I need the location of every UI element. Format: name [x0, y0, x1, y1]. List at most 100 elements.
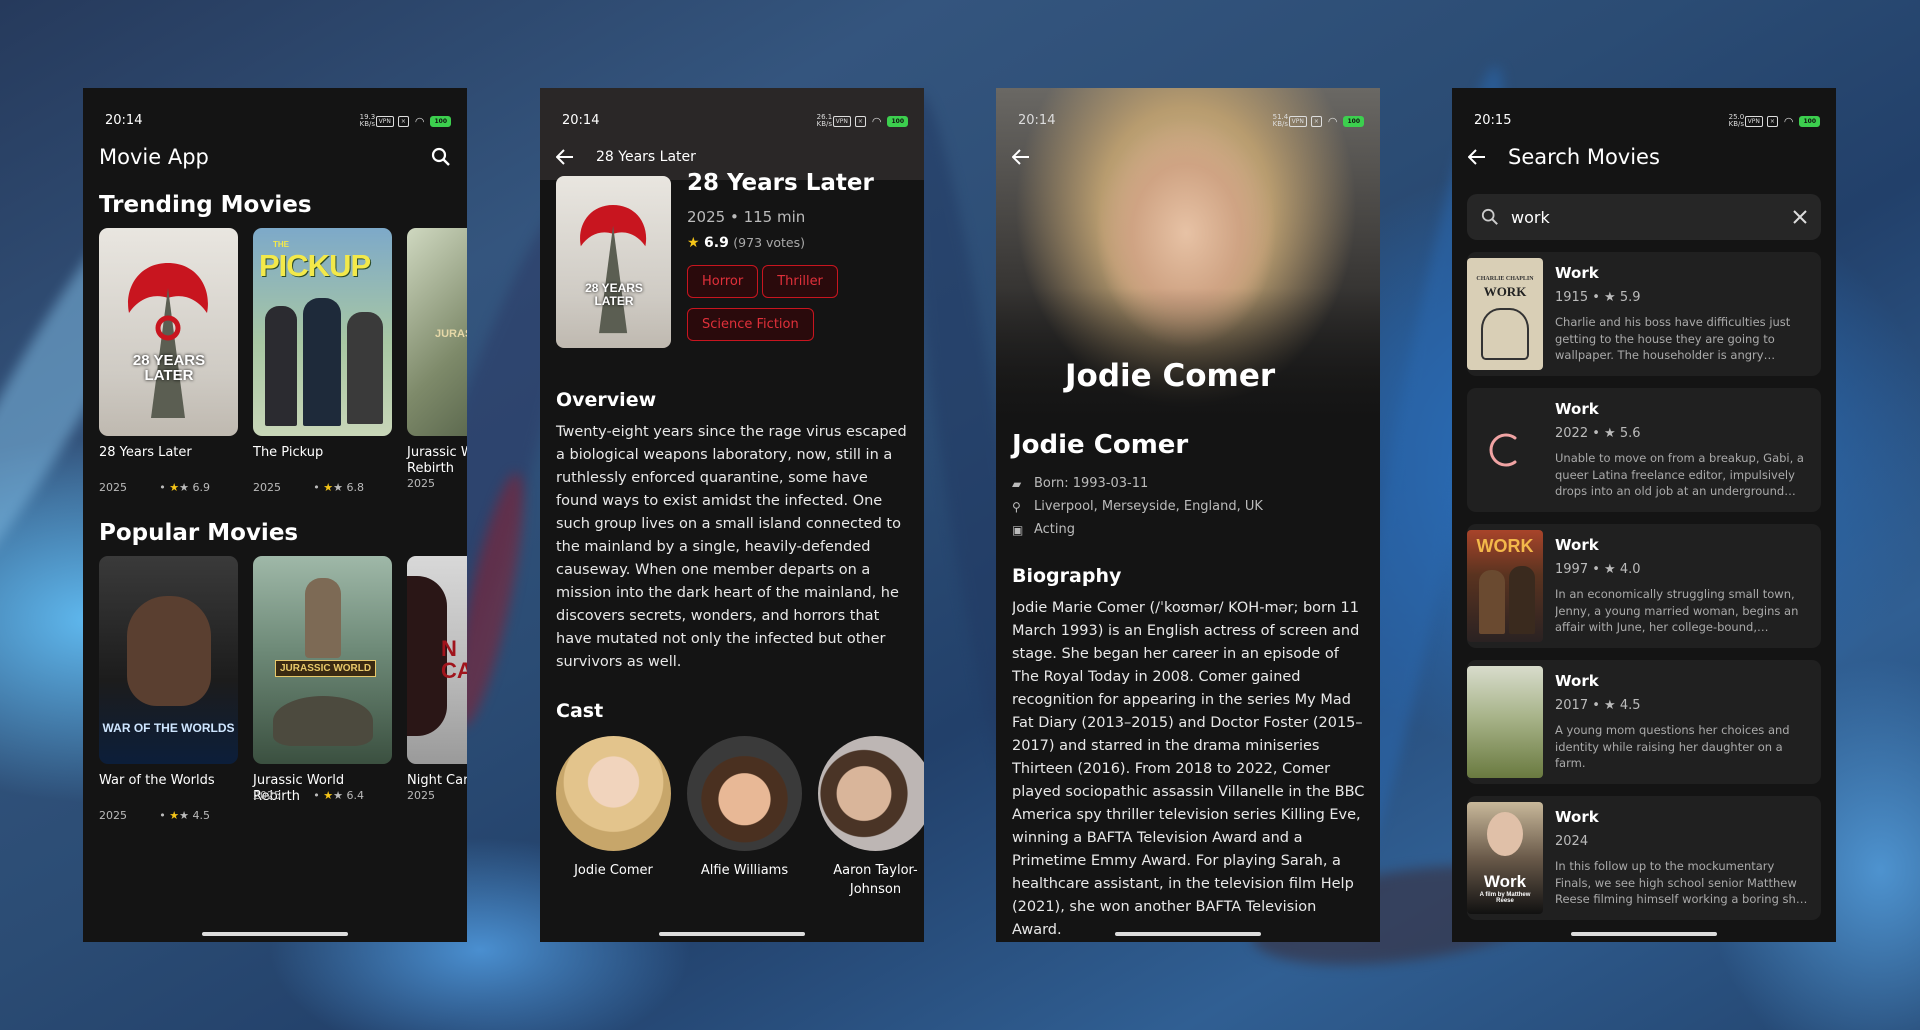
poster-title-text: 28 YEARS LATER	[585, 281, 643, 308]
movie-rating: • ★★ 6.9	[159, 481, 210, 494]
result-description: In this follow up to the mockumentary Fi…	[1555, 859, 1808, 906]
close-icon[interactable]	[1793, 210, 1807, 224]
birthday-row: ▰ Born: 1993-03-11	[1012, 472, 1366, 495]
detail-poster: 28 YEARS LATER	[556, 176, 671, 348]
result-card[interactable]: Work A film by Matthew Reese Work 2024 I…	[1467, 796, 1821, 920]
search-bar[interactable]: work	[1467, 194, 1821, 240]
person-name: Jodie Comer	[1012, 430, 1189, 460]
result-card[interactable]: Work 2017 • ★ 4.5 A young mom questions …	[1467, 660, 1821, 784]
app-title: Movie App	[99, 145, 209, 169]
genre-chip[interactable]: Thriller	[762, 265, 838, 298]
cast-list: Jodie Comer Alfie Williams Aaron Taylor-…	[556, 722, 924, 899]
thumb-figures	[1481, 308, 1529, 360]
result-thumbnail: Work A film by Matthew Reese	[1467, 802, 1543, 914]
result-body: Work 1915 • ★ 5.9 Charlie and his boss h…	[1543, 252, 1821, 376]
movie-card[interactable]: N CAR Night Carnage 2025	[407, 556, 467, 822]
rating-value: 6.9	[704, 235, 729, 251]
result-thumbnail: CHARLIE CHAPLIN WORK	[1467, 258, 1543, 370]
cast-name: Jodie Comer	[574, 863, 653, 878]
search-input[interactable]: work	[1511, 208, 1781, 227]
result-rating: ★ 4.5	[1604, 698, 1641, 713]
poster-the-pickup: THE PICKUP	[253, 228, 392, 436]
gesture-bar[interactable]	[202, 932, 348, 936]
back-arrow-icon[interactable]	[556, 149, 574, 165]
poster-title-text: WAR OF THE WORLDS	[102, 721, 235, 735]
thumb-figures	[1479, 570, 1505, 634]
battery-icon: 100	[1799, 115, 1820, 127]
popular-list: WAR OF THE WORLDS War of the Worlds 2025…	[83, 556, 467, 822]
poster-title-text: JURASS	[435, 328, 467, 340]
movie-year: 2025	[99, 809, 127, 822]
detail-body: 28 YEARS LATER 28 Years Later 2025 • 115…	[540, 170, 924, 899]
poster-jurassic-world-rebirth: JURASSIC WORLD	[253, 556, 392, 764]
poster-jurassic-world-rebirth: JURASS	[407, 228, 467, 436]
sim-icon: ×	[397, 115, 409, 127]
cast-member[interactable]: Alfie Williams	[687, 736, 802, 899]
poster-figures	[265, 306, 297, 426]
genre-chip[interactable]: Science Fiction	[687, 308, 814, 341]
cast-member[interactable]: Jodie Comer	[556, 736, 671, 899]
vpn-icon: VPN	[1288, 115, 1307, 127]
result-meta: 1997 • ★ 4.0	[1555, 562, 1641, 577]
network-speed: 26.1 KB/s	[816, 113, 833, 128]
vpn-icon: VPN	[375, 115, 394, 127]
app-bar	[996, 134, 1380, 180]
overview-text: Twenty-eight years since the rage virus …	[556, 424, 907, 670]
result-title: Work	[1555, 400, 1599, 418]
movie-meta: 2025 • ★★ 6.9	[99, 481, 238, 494]
loading-spinner-icon	[1489, 433, 1517, 467]
thumb-small-text: CHARLIE CHAPLIN	[1476, 276, 1534, 282]
result-card[interactable]: CHARLIE CHAPLIN WORK Work 1915 • ★ 5.9 C…	[1467, 252, 1821, 376]
star-icon: ★	[323, 789, 334, 802]
result-body: Work 1997 • ★ 4.0 In an economically str…	[1543, 524, 1821, 648]
gesture-bar[interactable]	[1571, 932, 1717, 936]
poster-title-text: PICKUP	[259, 248, 371, 283]
status-icons: 51.4 KB/s VPN × ◠ 100	[1271, 114, 1364, 128]
poster-title-text: N CAR	[441, 636, 467, 683]
movie-card[interactable]: JURASS Jurassic World Rebirth 2025	[407, 228, 467, 494]
result-meta: 2022 • ★ 5.6	[1555, 426, 1641, 441]
poster-title-text: JURASSIC WORLD	[275, 660, 377, 677]
cast-photo	[556, 736, 671, 851]
biography-title: Biography	[1012, 565, 1122, 587]
movie-meta: 2025 • ★★ 6.4	[253, 789, 392, 802]
app-bar: Search Movies	[1452, 134, 1836, 180]
battery-icon: 100	[887, 115, 908, 127]
status-bar: 20:15 25.0 KB/s VPN × ◠ 100	[1452, 88, 1836, 134]
back-arrow-icon[interactable]	[1012, 149, 1030, 165]
movie-card[interactable]: JURASSIC WORLD Jurassic World Rebirth 20…	[253, 556, 392, 822]
cast-member[interactable]: Aaron Taylor-Johnson	[818, 736, 924, 899]
thumb-person	[1487, 812, 1523, 856]
back-arrow-icon[interactable]	[1468, 149, 1486, 165]
app-bar: Movie App	[83, 134, 467, 180]
result-thumbnail-loading	[1467, 394, 1543, 506]
result-year: 2017	[1555, 698, 1589, 713]
movie-card[interactable]: 28 YEARS LATER 28 Years Later 2025 • ★★ 6…	[99, 228, 238, 494]
network-speed: 19.3 KB/s	[359, 113, 376, 128]
movie-year: 2025	[407, 789, 435, 802]
department-row: ▣ Acting	[1012, 518, 1366, 541]
result-card[interactable]: Work 2022 • ★ 5.6 Unable to move on from…	[1467, 388, 1821, 512]
status-time: 20:14	[105, 113, 143, 128]
movie-card[interactable]: WAR OF THE WORLDS War of the Worlds 2025…	[99, 556, 238, 822]
status-icons: 26.1 KB/s VPN × ◠ 100	[815, 114, 908, 128]
gesture-bar[interactable]	[1115, 932, 1261, 936]
thumb-title-text: Work	[1483, 872, 1527, 891]
result-thumbnail: WORK	[1467, 530, 1543, 642]
result-card[interactable]: WORK Work 1997 • ★ 4.0 In an economicall…	[1467, 524, 1821, 648]
movie-card[interactable]: THE PICKUP The Pickup 2025 • ★★ 6.8	[253, 228, 392, 494]
trending-list: 28 YEARS LATER 28 Years Later 2025 • ★★ 6…	[83, 228, 467, 494]
result-year: 2022	[1555, 426, 1589, 441]
cast-name: Alfie Williams	[700, 863, 789, 878]
status-bar: 20:14 51.4 KB/s VPN × ◠ 100	[996, 88, 1380, 134]
vpn-icon: VPN	[832, 115, 851, 127]
gesture-bar[interactable]	[659, 932, 805, 936]
cast-photo	[818, 736, 924, 851]
movie-year: 2025	[99, 481, 127, 494]
movie-rating: ★ 6.9 (973 votes)	[687, 235, 908, 251]
genre-list: Horror Thriller Science Fiction	[687, 265, 908, 351]
network-speed: 51.4 KB/s	[1272, 113, 1289, 128]
search-icon[interactable]	[431, 147, 451, 167]
results-list: CHARLIE CHAPLIN WORK Work 1915 • ★ 5.9 C…	[1452, 252, 1836, 920]
genre-chip[interactable]: Horror	[687, 265, 759, 298]
